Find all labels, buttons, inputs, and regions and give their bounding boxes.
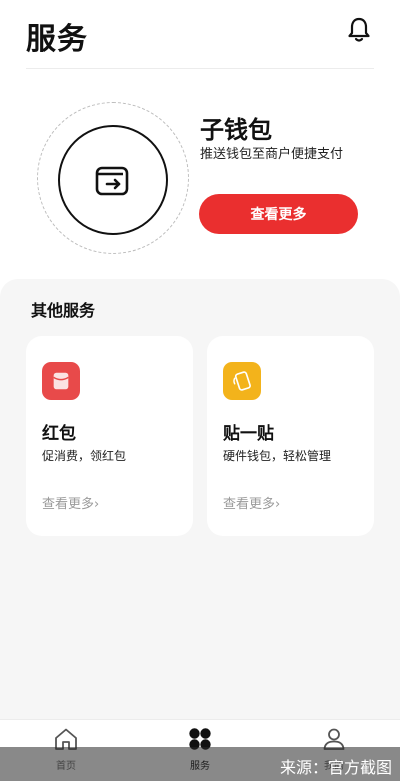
header: 服务	[0, 0, 400, 68]
section-title: 其他服务	[31, 301, 96, 320]
wallet-icon-circle	[58, 125, 168, 235]
page-title: 服务	[26, 22, 88, 57]
bell-icon[interactable]	[345, 16, 373, 44]
sub-wallet-subtitle: 推送钱包至商户便捷支付	[200, 147, 344, 162]
wallet-transfer-icon	[95, 166, 129, 196]
service-card-red-envelope[interactable]: 红包 促消费，领红包 查看更多›	[26, 336, 193, 536]
card-subtitle: 硬件钱包，轻松管理	[223, 449, 332, 463]
tap-card-icon	[223, 362, 261, 400]
card-more-label: 查看更多	[223, 497, 276, 512]
chevron-right-icon: ›	[275, 497, 281, 512]
view-more-button[interactable]: 查看更多	[199, 194, 358, 234]
watermark-text: 来源：官方截图	[279, 758, 392, 777]
red-envelope-icon	[42, 362, 80, 400]
source-watermark: 来源：官方截图	[0, 747, 400, 781]
card-title: 贴一贴	[223, 424, 274, 444]
card-subtitle: 促消费，领红包	[42, 449, 127, 463]
other-services-section: 其他服务 红包 促消费，领红包 查看更多› 贴一贴 硬件钱包，轻松管理 查看更多…	[0, 279, 400, 719]
card-title: 红包	[42, 424, 76, 444]
sub-wallet-section: 子钱包 推送钱包至商户便捷支付 查看更多	[0, 69, 400, 279]
sub-wallet-title: 子钱包	[200, 116, 272, 144]
card-view-more-link[interactable]: 查看更多›	[223, 493, 280, 512]
chevron-right-icon: ›	[94, 497, 100, 512]
service-card-tap[interactable]: 贴一贴 硬件钱包，轻松管理 查看更多›	[207, 336, 374, 536]
card-view-more-link[interactable]: 查看更多›	[42, 493, 99, 512]
card-more-label: 查看更多	[42, 497, 95, 512]
